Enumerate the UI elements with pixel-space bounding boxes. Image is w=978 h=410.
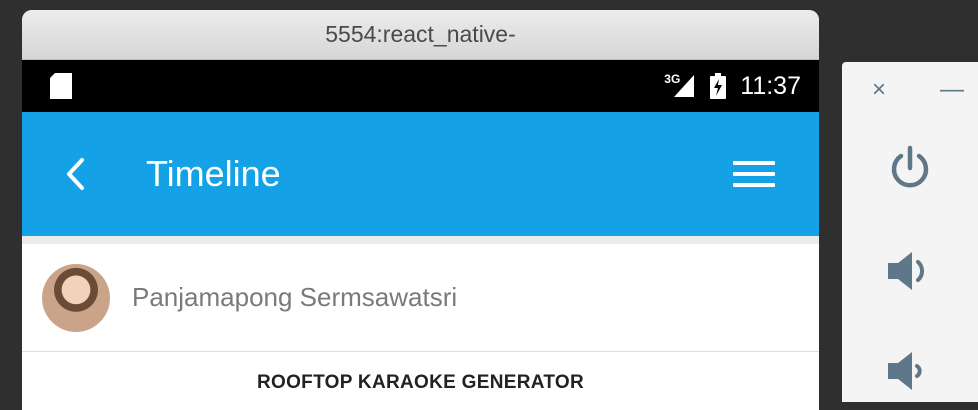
panel-close-button[interactable]: ×	[872, 76, 886, 104]
volume-down-icon[interactable]	[886, 348, 936, 394]
app-bar-title: Timeline	[146, 153, 281, 194]
volume-up-icon[interactable]	[886, 248, 936, 294]
power-icon[interactable]	[886, 144, 934, 192]
app-bar: Timeline	[22, 112, 819, 236]
emulator-window: 5554:react_native- 3G 11:37 Timeline Pan…	[22, 10, 819, 410]
post-title: ROOFTOP KARAOKE GENERATOR	[256, 372, 584, 393]
panel-window-controls: × —	[872, 76, 964, 104]
post-title-row: ROOFTOP KARAOKE GENERATOR	[22, 352, 819, 410]
battery-charging-icon	[710, 73, 727, 99]
sd-card-icon	[50, 73, 72, 99]
post-author-name: Panjamapong Sermsawatsri	[132, 282, 458, 312]
android-status-bar: 3G 11:37	[22, 60, 819, 112]
panel-minimize-button[interactable]: —	[940, 76, 964, 104]
hamburger-menu-icon[interactable]	[733, 161, 775, 187]
window-title-bar[interactable]: 5554:react_native-	[22, 10, 819, 60]
window-title: 5554:react_native-	[325, 21, 516, 47]
signal-icon	[674, 75, 695, 97]
status-clock: 11:37	[740, 71, 801, 100]
post-header[interactable]: Panjamapong Sermsawatsri	[22, 244, 819, 352]
emulator-side-panel: × —	[842, 62, 978, 402]
timeline-content: Panjamapong Sermsawatsri ROOFTOP KARAOKE…	[22, 236, 819, 410]
back-arrow-icon[interactable]	[64, 157, 88, 191]
avatar[interactable]	[42, 263, 110, 332]
